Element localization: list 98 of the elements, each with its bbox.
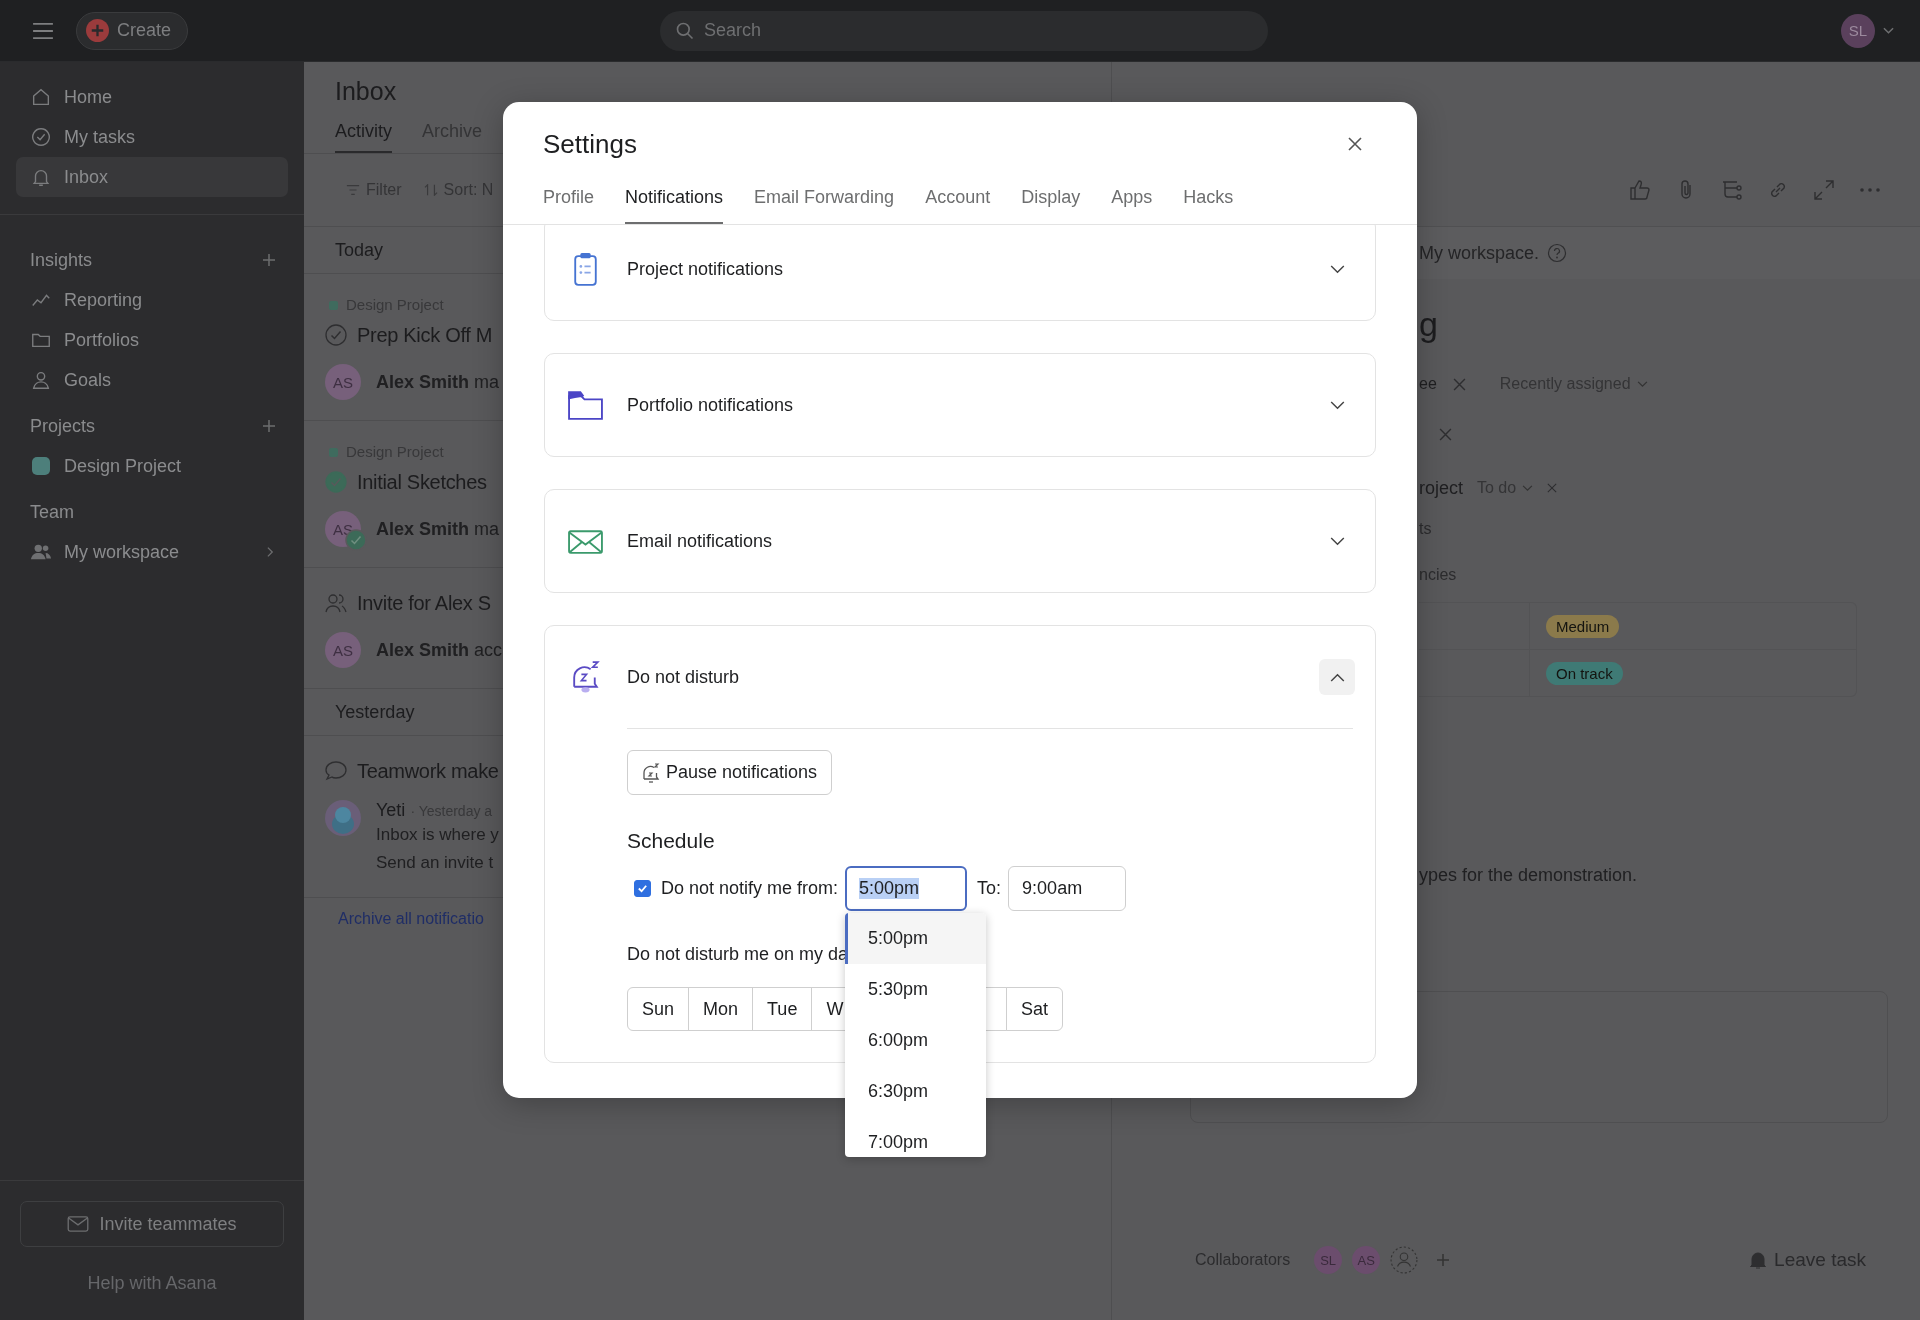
notification-text: Alex Smith ma — [376, 518, 500, 540]
group-heading: Yesterday — [335, 701, 415, 723]
notification-title: Prep Kick Off M — [357, 323, 493, 348]
description-text: ypes for the demonstration. — [1419, 865, 1639, 886]
settings-tab[interactable]: Hacks — [1183, 186, 1234, 224]
schedule-heading: Schedule — [627, 829, 716, 853]
section-title: Project notifications — [627, 258, 785, 280]
notification-text: Alex Smith acc — [376, 639, 503, 661]
sidebar-item[interactable]: Inbox — [16, 157, 288, 197]
day-button[interactable]: Sun — [627, 987, 690, 1031]
add-person-icon[interactable] — [1390, 1246, 1419, 1274]
time-option[interactable]: 6:00pm — [845, 1015, 987, 1066]
group-heading: Today — [335, 239, 384, 261]
menu-icon[interactable] — [32, 21, 54, 40]
page-title: Inbox — [335, 76, 398, 106]
settings-tab[interactable]: Notifications — [625, 186, 724, 224]
dialog-title: Settings — [543, 128, 637, 160]
notification-title: Initial Sketches — [357, 470, 487, 495]
section-title: Do not disturb — [627, 666, 741, 688]
plus-icon[interactable] — [262, 419, 276, 433]
avatar — [325, 800, 361, 836]
settings-tab[interactable]: Account — [925, 186, 991, 224]
plus-icon[interactable] — [262, 253, 276, 267]
envelope-icon — [67, 1216, 90, 1232]
chevron-down-icon — [1329, 264, 1345, 274]
caret-icon — [1522, 484, 1534, 492]
expand-icon[interactable] — [1812, 178, 1836, 202]
chevron-up-icon — [1329, 672, 1345, 682]
field-badge[interactable]: On track — [1546, 661, 1623, 685]
check-circle-icon[interactable] — [325, 471, 347, 493]
field-label: ee — [1419, 375, 1437, 393]
user-avatar: AS — [325, 632, 361, 668]
plus-icon[interactable] — [1436, 1253, 1451, 1267]
settings-tab[interactable]: Apps — [1111, 186, 1153, 224]
chevron-right-icon[interactable] — [267, 546, 274, 558]
help-icon[interactable] — [1547, 243, 1568, 263]
user-avatar: AS — [325, 364, 361, 400]
pause-notifications-button[interactable]: Pause notifications — [627, 750, 833, 795]
day-button[interactable]: Tue — [752, 987, 813, 1031]
sidebar-item[interactable]: Reporting — [16, 280, 288, 320]
check-circle-icon[interactable] — [325, 324, 347, 346]
time-option[interactable]: 7:00pm — [845, 1117, 987, 1157]
notification-text: Alex Smith ma — [376, 371, 500, 393]
chevron-down-icon[interactable] — [1883, 26, 1894, 35]
visibility-note: My workspace. — [1419, 242, 1540, 264]
sort-icon — [423, 184, 438, 196]
section-heading: Projects — [30, 415, 96, 437]
time-option[interactable]: 5:00pm — [845, 913, 987, 964]
time-option[interactable]: 6:30pm — [845, 1066, 987, 1117]
chevron-down-icon — [1329, 400, 1345, 410]
inbox-tab[interactable]: Activity — [335, 120, 392, 153]
settings-tab[interactable]: Profile — [543, 186, 595, 224]
time-option[interactable]: 5:30pm — [845, 964, 987, 1015]
sidebar-item[interactable]: My workspace — [16, 532, 288, 572]
speech-bubble-icon — [325, 760, 347, 782]
field-value: roject — [1419, 477, 1463, 499]
filter-icon — [346, 184, 360, 196]
section-title: Email notifications — [627, 530, 774, 552]
sidebar-item[interactable]: Design Project — [16, 446, 288, 486]
person-icon — [30, 369, 52, 391]
checkmark-icon — [637, 883, 648, 894]
caret-icon — [1636, 380, 1648, 388]
section-heading: Team — [30, 501, 74, 523]
task-title: g — [1419, 304, 1439, 344]
chevron-down-icon — [1329, 536, 1345, 546]
checkbox[interactable] — [634, 880, 651, 897]
home-icon — [30, 86, 52, 108]
day-button[interactable]: Mon — [688, 987, 754, 1031]
invite-teammates-button[interactable]: Invite teammates — [20, 1201, 284, 1247]
checkbox-label[interactable]: Do not notify me from: — [661, 878, 839, 899]
section-heading: Insights — [30, 249, 93, 271]
sidebar-item[interactable]: Portfolios — [16, 320, 288, 360]
field-badge[interactable]: Medium — [1546, 614, 1620, 638]
expand-toggle[interactable] — [1319, 659, 1355, 695]
notification-title: Teamwork make — [357, 759, 499, 784]
settings-tab[interactable]: Display — [1021, 186, 1081, 224]
to-label: To: — [977, 878, 1002, 899]
author-name: Yeti — [376, 800, 406, 820]
plus-icon — [86, 19, 109, 42]
section-title: Portfolio notifications — [627, 394, 795, 416]
people-icon — [325, 592, 347, 614]
subtask-icon[interactable] — [1720, 178, 1744, 202]
search-field[interactable]: Search — [660, 10, 1269, 51]
from-time-field[interactable]: 5:00pm — [845, 866, 968, 911]
settings-tab[interactable]: Email Forwarding — [754, 186, 895, 224]
notification-title: Invite for Alex S — [357, 591, 491, 616]
sidebar-item[interactable]: My tasks — [16, 117, 288, 157]
user-avatar[interactable]: SL — [1841, 13, 1875, 48]
create-button[interactable]: Create — [76, 11, 189, 50]
close-icon[interactable] — [1347, 136, 1363, 152]
sleeping-bell-icon — [640, 761, 662, 784]
sidebar-item[interactable]: Home — [16, 77, 288, 117]
to-time-field[interactable]: 9:00am — [1008, 866, 1127, 911]
day-button[interactable]: Sat — [1005, 987, 1063, 1031]
bell-icon — [1748, 1250, 1769, 1270]
sidebar-item[interactable]: Goals — [16, 360, 288, 400]
help-link[interactable]: Help with Asana — [87, 1273, 217, 1294]
thumbs-up-icon[interactable] — [1628, 178, 1652, 202]
